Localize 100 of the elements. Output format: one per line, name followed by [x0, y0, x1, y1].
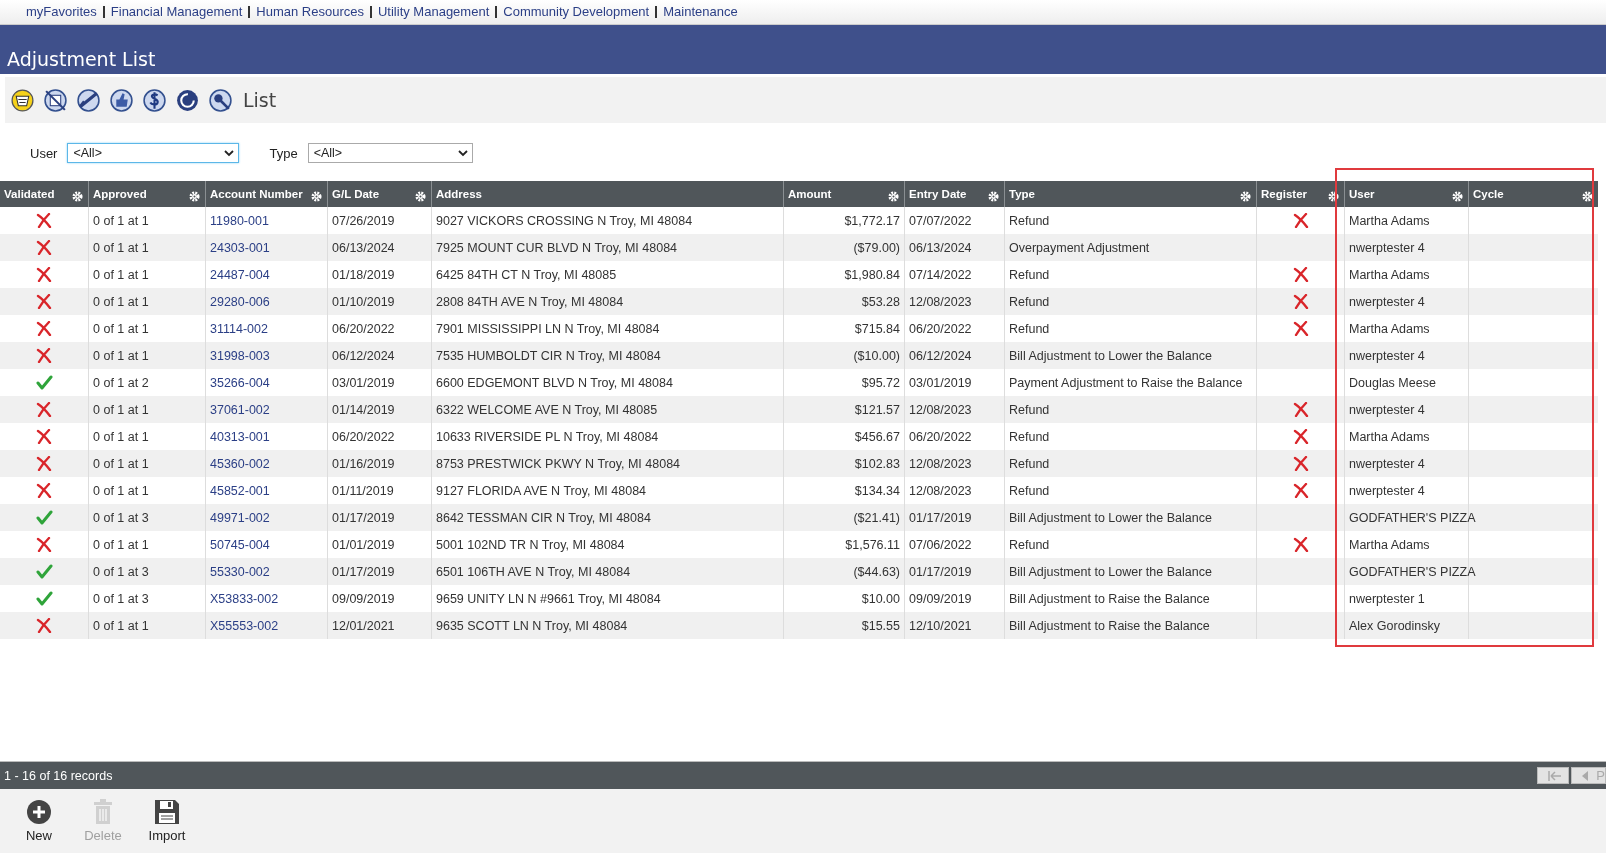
table-cell: 12/08/2023 [909, 456, 972, 471]
table-cell: Bill Adjustment to Lower the Balance [1009, 564, 1212, 579]
account-link[interactable]: 11980-001 [210, 213, 269, 228]
page-title: Adjustment List [7, 48, 156, 70]
table-cell: ($44.63) [853, 564, 900, 579]
table-cell: Alex Gorodinsky [1349, 618, 1440, 633]
gear-icon[interactable] [988, 190, 999, 202]
account-link[interactable]: 40313-001 [210, 429, 270, 444]
nav-link[interactable]: Utility Management [370, 6, 496, 18]
column-header[interactable]: Validated [0, 181, 88, 207]
table-cell: 0 of 1 at 1 [93, 537, 149, 552]
nav-link[interactable]: Human Resources [248, 6, 370, 18]
table-cell: 0 of 1 at 1 [93, 483, 149, 498]
nav-link[interactable]: Maintenance [655, 6, 744, 18]
table-cell: Refund [1009, 321, 1050, 336]
column-header[interactable]: Entry Date [905, 181, 1004, 207]
gear-icon[interactable] [888, 190, 899, 202]
table-cell: nwerptester 4 [1349, 294, 1425, 309]
first-page-button[interactable] [1537, 767, 1570, 784]
table-cell: 0 of 1 at 1 [93, 294, 149, 309]
gear-icon[interactable] [1452, 190, 1463, 202]
table-cell: 0 of 1 at 3 [93, 510, 149, 525]
table-cell: $134.34 [854, 483, 900, 498]
account-link[interactable]: 24487-004 [210, 267, 270, 282]
new-button[interactable]: New [14, 795, 64, 847]
table-cell: $121.57 [854, 402, 900, 417]
table-cell: Bill Adjustment to Raise the Balance [1009, 591, 1210, 606]
table-cell: $15.55 [861, 618, 900, 633]
account-link[interactable]: 50745-004 [210, 537, 270, 552]
gear-icon[interactable] [1240, 190, 1251, 202]
table-cell: Martha Adams [1349, 267, 1430, 282]
table-cell: 5001 102ND TR N Troy, MI 48084 [436, 537, 625, 552]
gear-icon[interactable] [72, 190, 83, 202]
filter-dropdown[interactable]: <All> [307, 143, 473, 163]
table-cell: 9635 SCOTT LN N Troy, MI 48084 [436, 618, 628, 633]
cross-icon [1292, 321, 1309, 337]
table-cell: Bill Adjustment to Raise the Balance [1009, 618, 1210, 633]
table-cell: 01/16/2019 [332, 456, 395, 471]
thumbs-up-icon[interactable] [109, 87, 134, 113]
table-cell: 06/20/2022 [332, 321, 395, 336]
cross-icon [1292, 456, 1309, 472]
table-cell: $10.00 [861, 591, 900, 606]
table-cell: Martha Adams [1349, 537, 1430, 552]
account-link[interactable]: X53833-002 [210, 591, 279, 606]
cross-icon [36, 429, 52, 445]
table-cell: 9027 VICKORS CROSSING N Troy, MI 48084 [436, 213, 693, 228]
table-cell: 01/10/2019 [332, 294, 395, 309]
account-link[interactable]: 35266-004 [210, 375, 270, 390]
column-header[interactable]: Address [432, 181, 783, 207]
gear-icon[interactable] [415, 190, 426, 202]
table-cell: 6322 WELCOME AVE N Troy, MI 48085 [436, 402, 658, 417]
account-link[interactable]: 45852-001 [210, 483, 270, 498]
list-icon[interactable] [10, 87, 35, 113]
import-button[interactable]: Import [142, 795, 192, 847]
table-cell: Douglas Meese [1349, 375, 1436, 390]
account-link[interactable]: 31114-002 [210, 321, 268, 336]
cross-icon [36, 618, 52, 634]
gear-icon[interactable] [1328, 190, 1339, 202]
dollar-icon[interactable] [142, 87, 167, 113]
table-cell: 07/07/2022 [909, 213, 972, 228]
left-triangle-icon [1582, 770, 1589, 781]
nav-link[interactable]: myFavorites [20, 6, 103, 18]
table-cell: ($79.00) [853, 240, 900, 255]
table-cell: $456.67 [854, 429, 900, 444]
table-cell: 01/14/2019 [332, 402, 395, 417]
no-entry-icon[interactable] [43, 87, 68, 113]
table-cell: $1,576.11 [845, 537, 900, 552]
table-cell: 9659 UNITY LN N #9661 Troy, MI 48084 [436, 591, 661, 606]
table-cell: 0 of 1 at 1 [93, 213, 149, 228]
column-header[interactable]: Register [1257, 181, 1344, 207]
nav-link[interactable]: Community Development [495, 6, 656, 18]
column-header[interactable]: User [1345, 181, 1468, 207]
gear-icon[interactable] [189, 190, 200, 202]
table-cell: Martha Adams [1349, 213, 1430, 228]
gear-icon[interactable] [311, 190, 322, 202]
table-cell: 12/01/2021 [332, 618, 395, 633]
gear-icon[interactable] [1582, 190, 1593, 202]
column-header[interactable]: Cycle [1469, 181, 1598, 207]
table-cell: 0 of 1 at 1 [93, 402, 149, 417]
table-cell: Martha Adams [1349, 429, 1430, 444]
table-cell: 6600 EDGEMONT BLVD N Troy, MI 48084 [436, 375, 673, 390]
cross-icon [36, 267, 52, 283]
column-header[interactable]: Approved [89, 181, 205, 207]
column-header[interactable]: Account Number [206, 181, 327, 207]
table-cell: 9127 FLORIDA AVE N Troy, MI 48084 [436, 483, 647, 498]
table-cell: 01/01/2019 [332, 537, 395, 552]
column-header[interactable]: Amount [784, 181, 904, 207]
table-cell: 8753 PRESTWICK PKWY N Troy, MI 48084 [436, 456, 681, 471]
cross-icon [36, 240, 52, 256]
column-header[interactable]: G/L Date [328, 181, 431, 207]
table-cell: GODFATHER'S PIZZA [1349, 510, 1476, 525]
table-cell: Bill Adjustment to Lower the Balance [1009, 348, 1212, 363]
table-cell: 0 of 1 at 1 [93, 348, 149, 363]
table-cell: 0 of 1 at 2 [93, 375, 149, 390]
table-cell: 0 of 1 at 1 [93, 429, 149, 444]
filter-dropdown[interactable]: <All> [67, 143, 240, 163]
trash-icon [93, 799, 113, 825]
refresh-icon[interactable] [175, 87, 200, 113]
column-header[interactable]: Type [1005, 181, 1256, 207]
nav-link[interactable]: Financial Management [102, 6, 249, 18]
